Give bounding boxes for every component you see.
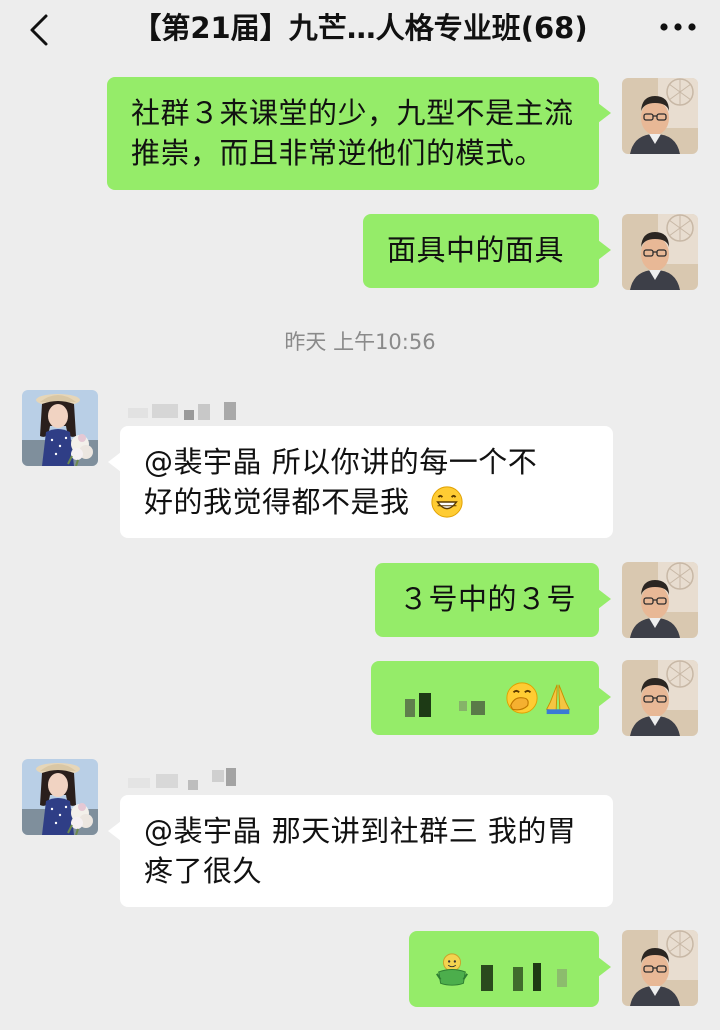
more-dots-icon[interactable]	[656, 14, 700, 40]
message-text: 面具中的面具	[387, 233, 565, 267]
chat-header: 【第21届】九芒…人格专业班(68)	[0, 0, 720, 62]
my-avatar[interactable]	[622, 660, 698, 736]
message-bubble-outgoing[interactable]: 社群３来课堂的少，九型不是主流推崇，而且非常逆他们的模式。	[107, 77, 611, 190]
message-text: @裴宇晶 所以你讲的每一个不好的我觉得都不是我	[144, 445, 538, 519]
sender-name-blurred	[128, 766, 258, 796]
folded-hands-icon	[545, 684, 571, 715]
message-bubble-incoming[interactable]: @裴宇晶 那天讲到社群三 我的胃疼了很久	[108, 795, 613, 907]
contact-avatar[interactable]	[22, 390, 98, 466]
message-bubble-outgoing[interactable]: 面具中的面具	[363, 214, 611, 288]
message-bubble-outgoing[interactable]: ３号中的３号	[375, 563, 611, 637]
message-bubble-outgoing[interactable]	[409, 931, 611, 1007]
message-bubble-outgoing[interactable]	[371, 661, 611, 735]
my-avatar[interactable]	[622, 78, 698, 154]
my-avatar[interactable]	[622, 562, 698, 638]
blurred-text	[477, 953, 587, 993]
contact-avatar[interactable]	[22, 759, 98, 835]
face-with-hand-over-mouth-icon	[506, 682, 538, 714]
chat-title: 【第21届】九芒…人格专业班(68)	[132, 11, 588, 45]
chat-timestamp: 昨天 上午10:56	[284, 330, 436, 354]
blurred-text	[401, 679, 501, 719]
message-text: 社群３来课堂的少，九型不是主流推崇，而且非常逆他们的模式。	[131, 96, 574, 170]
message-text: ３号中的３号	[399, 582, 577, 616]
green-person-sticker-icon	[436, 953, 468, 986]
sender-name-blurred	[128, 398, 258, 428]
my-avatar[interactable]	[622, 930, 698, 1006]
message-bubble-incoming[interactable]: @裴宇晶 所以你讲的每一个不好的我觉得都不是我	[108, 426, 613, 538]
message-text: @裴宇晶 那天讲到社群三 我的胃疼了很久	[144, 814, 577, 888]
my-avatar[interactable]	[622, 214, 698, 290]
chevron-left-icon[interactable]	[26, 12, 54, 48]
grinning-face-icon	[431, 486, 463, 518]
